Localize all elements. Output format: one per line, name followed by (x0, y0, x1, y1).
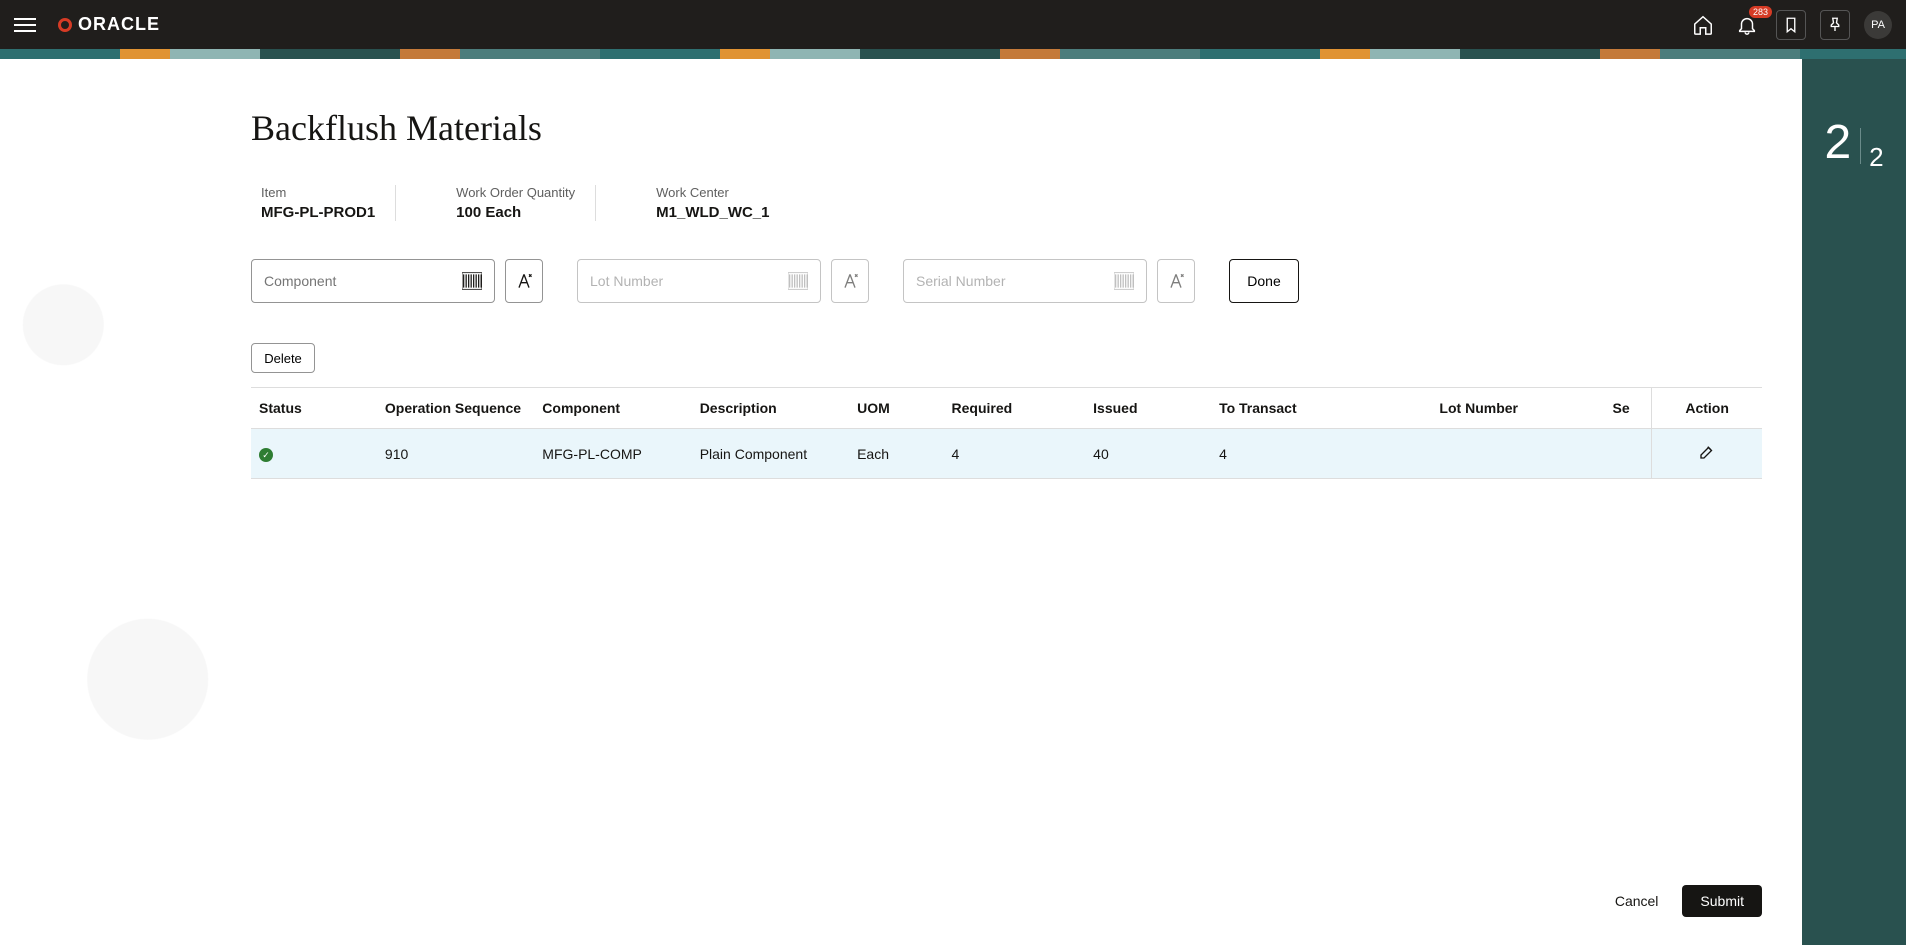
done-button[interactable]: Done (1229, 259, 1299, 303)
materials-table: Status Operation Sequence Component Desc… (251, 387, 1762, 479)
barcode-icon[interactable] (1114, 272, 1134, 290)
col-action[interactable]: Action (1652, 388, 1762, 429)
serial-scan-input[interactable] (903, 259, 1147, 303)
lot-ocr-button[interactable] (831, 259, 869, 303)
step-total: 2 (1869, 142, 1883, 172)
page-body: Backflush Materials Item MFG-PL-PROD1 Wo… (0, 59, 1906, 945)
col-uom[interactable]: UOM (849, 388, 943, 429)
notifications-icon[interactable]: 283 (1732, 10, 1762, 40)
progress-rail: 2 2 (1802, 59, 1906, 945)
table-row[interactable]: 910 MFG-PL-COMP Plain Component Each 4 4… (251, 429, 1762, 479)
cell-issued: 40 (1085, 429, 1211, 479)
page-title: Backflush Materials (251, 107, 1762, 149)
left-background (0, 59, 211, 945)
component-ocr-button[interactable] (505, 259, 543, 303)
lot-input[interactable] (590, 273, 750, 289)
user-avatar[interactable]: PA (1864, 11, 1892, 39)
avatar-initials: PA (1871, 19, 1885, 31)
page-footer: Cancel Submit (251, 865, 1762, 917)
info-value-wc: M1_WLD_WC_1 (656, 204, 769, 221)
serial-ocr-button[interactable] (1157, 259, 1195, 303)
home-icon[interactable] (1688, 10, 1718, 40)
info-label-wc: Work Center (656, 185, 769, 200)
info-value-item: MFG-PL-PROD1 (261, 204, 375, 221)
col-description[interactable]: Description (692, 388, 849, 429)
oracle-o-icon (58, 18, 72, 32)
col-issued[interactable]: Issued (1085, 388, 1211, 429)
cell-lot-number (1431, 429, 1604, 479)
cell-to-transact: 4 (1211, 429, 1431, 479)
work-order-header: Item MFG-PL-PROD1 Work Order Quantity 10… (251, 185, 1762, 221)
col-lot-number[interactable]: Lot Number (1431, 388, 1604, 429)
oracle-logo: ORACLE (58, 14, 160, 35)
info-value-qty: 100 Each (456, 204, 575, 221)
cell-description: Plain Component (692, 429, 849, 479)
component-scan-input[interactable] (251, 259, 495, 303)
table-header-row: Status Operation Sequence Component Desc… (251, 388, 1762, 429)
cell-status (251, 429, 377, 479)
step-current: 2 (1824, 116, 1851, 169)
main-content: Backflush Materials Item MFG-PL-PROD1 Wo… (211, 59, 1802, 945)
col-serial[interactable]: Se (1605, 388, 1652, 429)
cell-serial (1605, 429, 1652, 479)
main-menu-button[interactable] (14, 13, 38, 37)
cell-action (1652, 429, 1762, 479)
header-right: 283 PA (1688, 10, 1892, 40)
submit-button[interactable]: Submit (1682, 885, 1762, 917)
global-header: ORACLE 283 PA (0, 0, 1906, 49)
cell-uom: Each (849, 429, 943, 479)
info-label-item: Item (261, 185, 375, 200)
step-separator (1860, 128, 1861, 164)
status-ok-icon (259, 448, 273, 462)
col-component[interactable]: Component (534, 388, 691, 429)
notification-badge: 283 (1749, 6, 1772, 18)
pin-icon[interactable] (1820, 10, 1850, 40)
info-work-center: Work Center M1_WLD_WC_1 (636, 185, 789, 221)
col-to-transact[interactable]: To Transact (1211, 388, 1431, 429)
col-required[interactable]: Required (944, 388, 1086, 429)
barcode-icon[interactable] (788, 272, 808, 290)
delete-button[interactable]: Delete (251, 343, 315, 373)
header-left: ORACLE (14, 13, 160, 37)
bookmark-icon[interactable] (1776, 10, 1806, 40)
col-status[interactable]: Status (251, 388, 377, 429)
cancel-button[interactable]: Cancel (1615, 893, 1659, 909)
cell-op-seq: 910 (377, 429, 534, 479)
barcode-icon[interactable] (462, 272, 482, 290)
edit-icon[interactable] (1698, 448, 1716, 464)
logo-text: ORACLE (78, 14, 160, 35)
lot-scan-input[interactable] (577, 259, 821, 303)
col-op-seq[interactable]: Operation Sequence (377, 388, 534, 429)
banner-decoration (0, 49, 1906, 59)
info-quantity: Work Order Quantity 100 Each (436, 185, 596, 221)
cell-required: 4 (944, 429, 1086, 479)
info-item: Item MFG-PL-PROD1 (251, 185, 396, 221)
component-input[interactable] (264, 273, 424, 289)
info-label-qty: Work Order Quantity (456, 185, 575, 200)
serial-input[interactable] (916, 273, 1076, 289)
scan-row: Done (251, 259, 1762, 303)
cell-component: MFG-PL-COMP (534, 429, 691, 479)
